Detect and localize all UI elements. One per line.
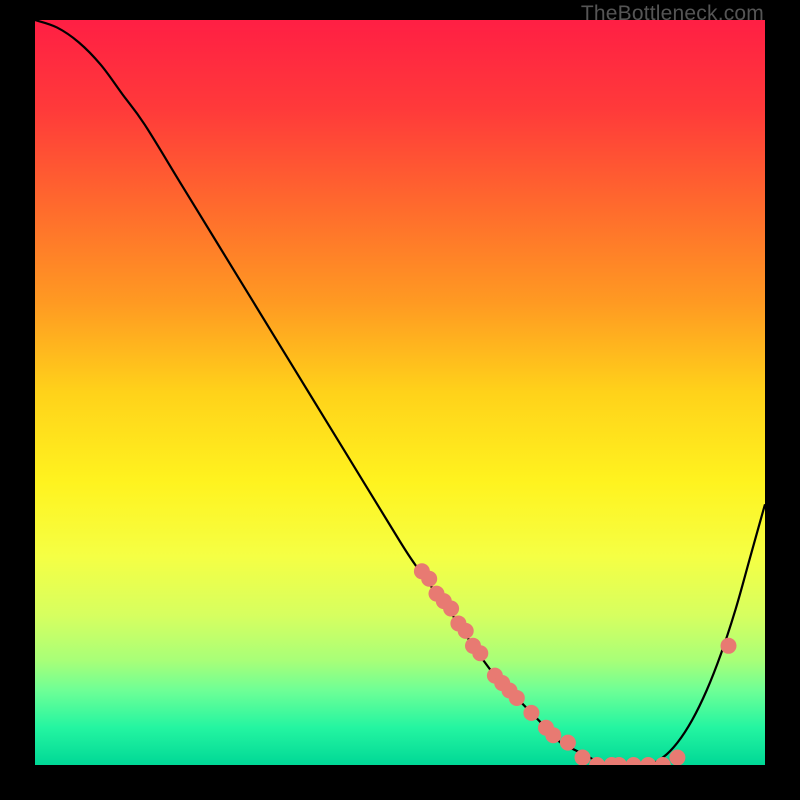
marker-dot [472,645,488,661]
marker-dot [523,705,539,721]
marker-dot [721,638,737,654]
marker-dot [443,601,459,617]
chart-stage: { "attribution": "TheBottleneck.com", "c… [0,0,800,800]
marker-dot [509,690,525,706]
marker-dot [421,571,437,587]
plot-area [35,20,765,765]
marker-dot [560,735,576,751]
plot-svg [35,20,765,765]
marker-dot [458,623,474,639]
gradient-background [35,20,765,765]
marker-dot [545,727,561,743]
marker-dot [575,750,591,765]
marker-dot [669,750,685,765]
